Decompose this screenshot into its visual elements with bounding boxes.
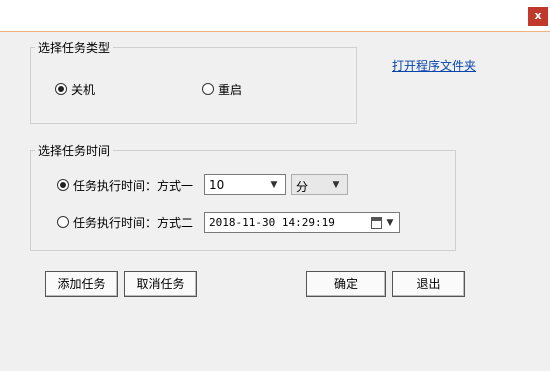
- shutdown-radio[interactable]: [55, 83, 67, 95]
- exit-button[interactable]: 退出: [392, 271, 465, 297]
- datetime-picker[interactable]: 2018-11-30 14:29:19 ▼: [204, 212, 400, 233]
- mode1-label[interactable]: 任务执行时间：方式一: [73, 177, 193, 194]
- task-type-group: 选择任务类型 关机 重启: [30, 39, 357, 124]
- calendar-icon[interactable]: [371, 217, 382, 229]
- amount-value: 10: [209, 178, 225, 192]
- chevron-down-icon[interactable]: ▼: [383, 217, 397, 229]
- open-folder-link[interactable]: 打开程序文件夹: [392, 57, 476, 74]
- close-button[interactable]: x: [528, 7, 548, 26]
- datetime-value: 2018-11-30 14:29:19: [209, 216, 335, 229]
- mode1-radio[interactable]: [57, 179, 69, 191]
- mode2-label[interactable]: 任务执行时间：方式二: [73, 214, 193, 231]
- restart-radio[interactable]: [202, 83, 214, 95]
- mode2-radio[interactable]: [57, 216, 69, 228]
- amount-select[interactable]: 10 ▼: [204, 174, 286, 195]
- add-task-button[interactable]: 添加任务: [45, 271, 118, 297]
- shutdown-label[interactable]: 关机: [71, 81, 95, 98]
- task-type-legend: 选择任务类型: [35, 39, 114, 56]
- cancel-task-button[interactable]: 取消任务: [124, 271, 197, 297]
- chevron-down-icon: ▼: [332, 180, 340, 190]
- title-bar: x: [0, 0, 550, 32]
- ok-button[interactable]: 确定: [306, 271, 386, 297]
- unit-value: 分: [296, 180, 309, 194]
- chevron-down-icon: ▼: [270, 180, 278, 190]
- task-time-group: 选择任务时间 任务执行时间：方式一 10 ▼ 分 ▼ 任务执行时间：方式二 20…: [30, 142, 456, 251]
- task-time-legend: 选择任务时间: [35, 142, 114, 159]
- restart-label[interactable]: 重启: [218, 81, 242, 98]
- unit-select[interactable]: 分 ▼: [291, 174, 348, 195]
